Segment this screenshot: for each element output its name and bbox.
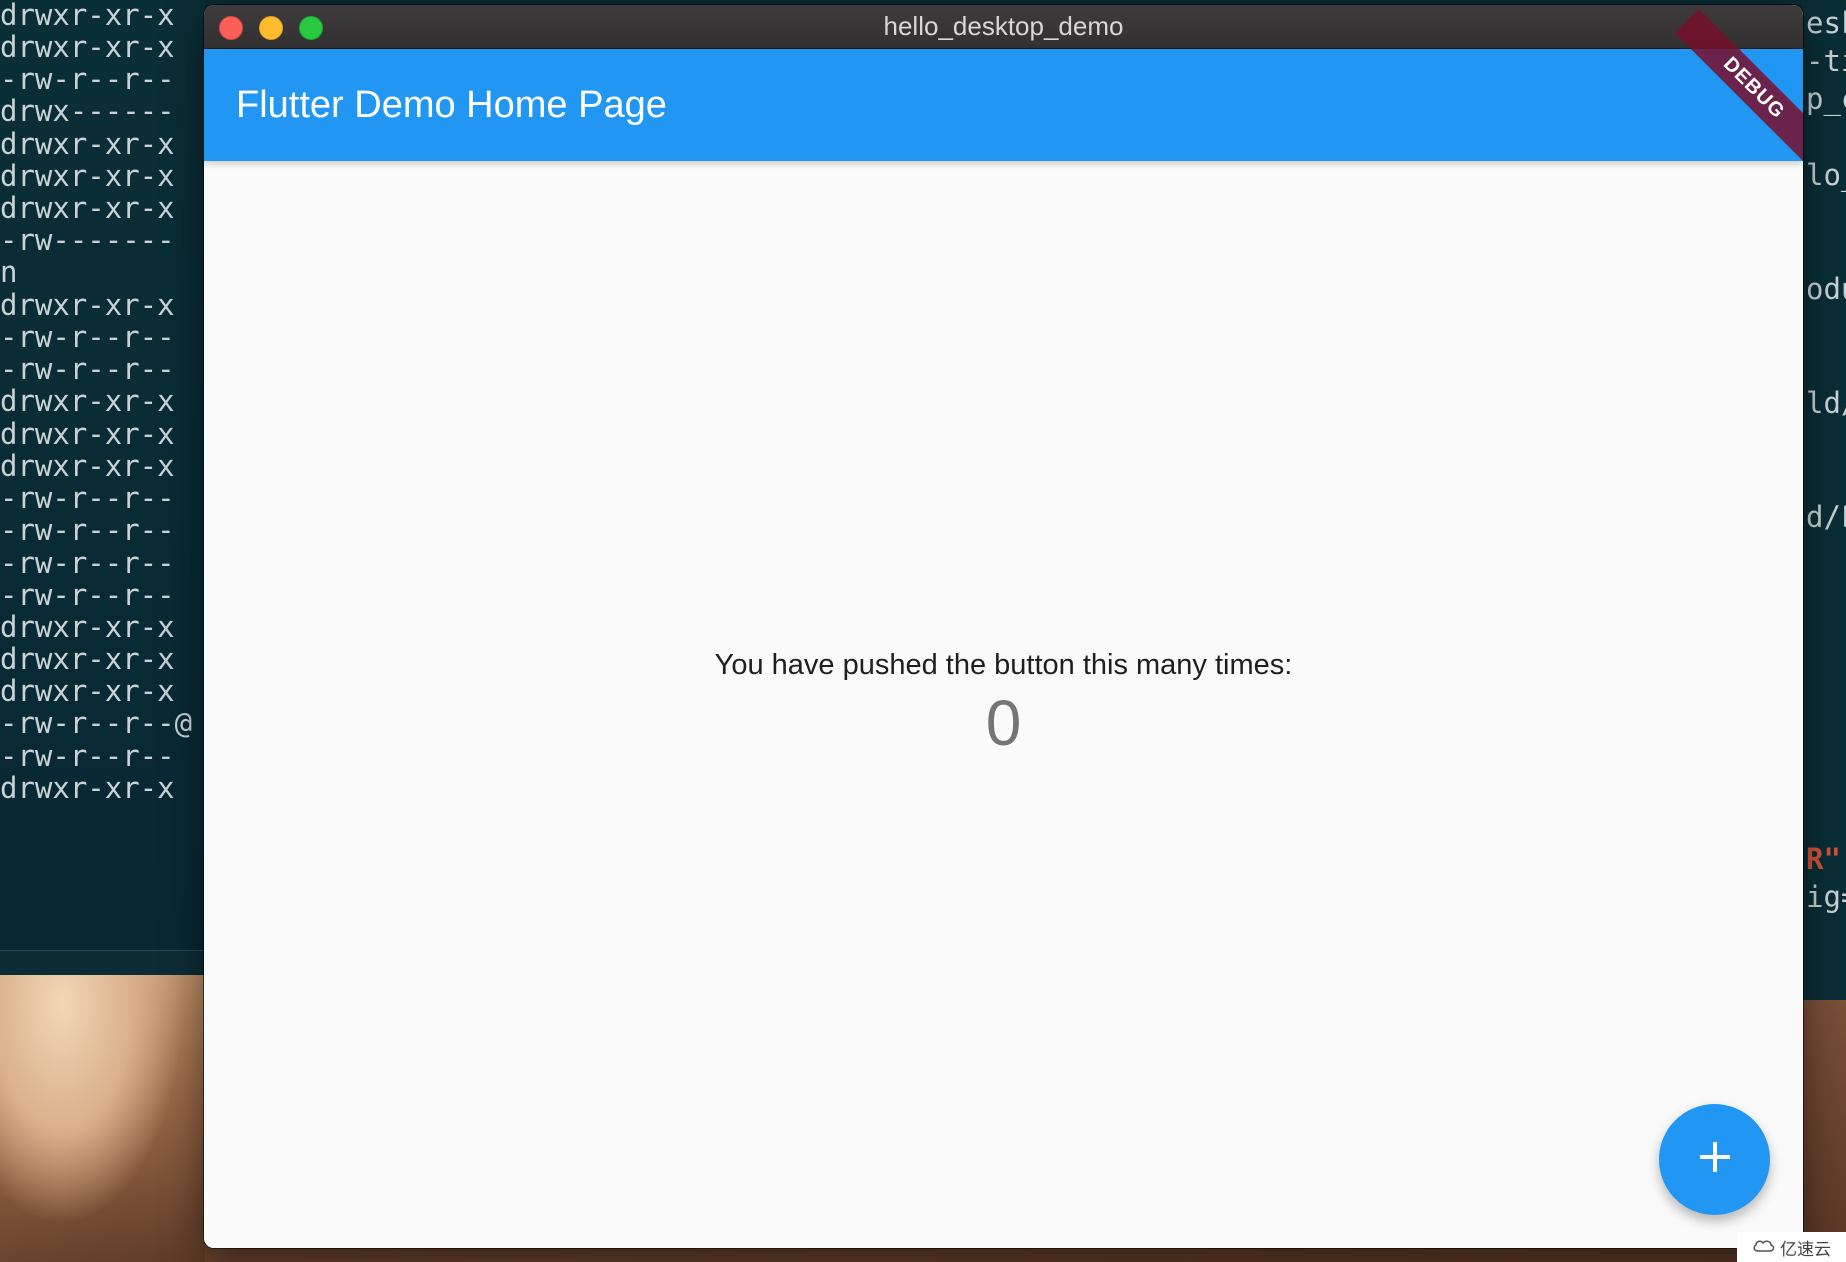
terminal-line: d/F [1806, 500, 1846, 534]
counter-group: You have pushed the button this many tim… [204, 645, 1803, 759]
page-title: Flutter Demo Home Page [236, 84, 667, 126]
terminal-line: -rw------- [0, 223, 175, 257]
window-titlebar[interactable]: hello_desktop_demo [204, 5, 1803, 49]
terminal-status-strip [0, 950, 205, 975]
counter-label: You have pushed the button this many tim… [714, 649, 1293, 681]
terminal-line: esk [1806, 6, 1846, 40]
background-terminal-right: esk -ti p_c lo_ odu ld/ d/F R" ig= [1802, 0, 1846, 1000]
terminal-line: p_c [1806, 82, 1846, 116]
terminal-line: ld/ [1806, 386, 1846, 420]
terminal-line: -ti [1806, 44, 1846, 78]
background-terminal-left: drwxr-xr-x drwxr-xr-x -rw-r--r-- drwx---… [0, 0, 205, 975]
main-content: You have pushed the button this many tim… [204, 161, 1803, 1248]
plus-icon [1698, 1140, 1732, 1179]
counter-value: 0 [985, 687, 1022, 759]
window-title: hello_desktop_demo [883, 11, 1124, 41]
watermark: 亿速云 [1737, 1232, 1846, 1262]
desktop-wallpaper [0, 975, 205, 1262]
terminal-line: drwxr-xr-x [0, 771, 175, 805]
terminal-line: R" [1806, 842, 1841, 876]
app-bar: Flutter Demo Home Page DEBUG [204, 8, 1803, 168]
terminal-line: lo_ [1806, 158, 1846, 192]
terminal-line: ig= [1806, 880, 1846, 914]
watermark-text: 亿速云 [1780, 1239, 1831, 1259]
cloud-logo-icon [1752, 1237, 1776, 1258]
increment-fab-button[interactable] [1659, 1104, 1770, 1215]
terminal-line: odu [1806, 272, 1846, 306]
app-window: hello_desktop_demo Flutter Demo Home Pag… [204, 5, 1803, 1248]
desktop-wallpaper [1802, 1000, 1846, 1262]
